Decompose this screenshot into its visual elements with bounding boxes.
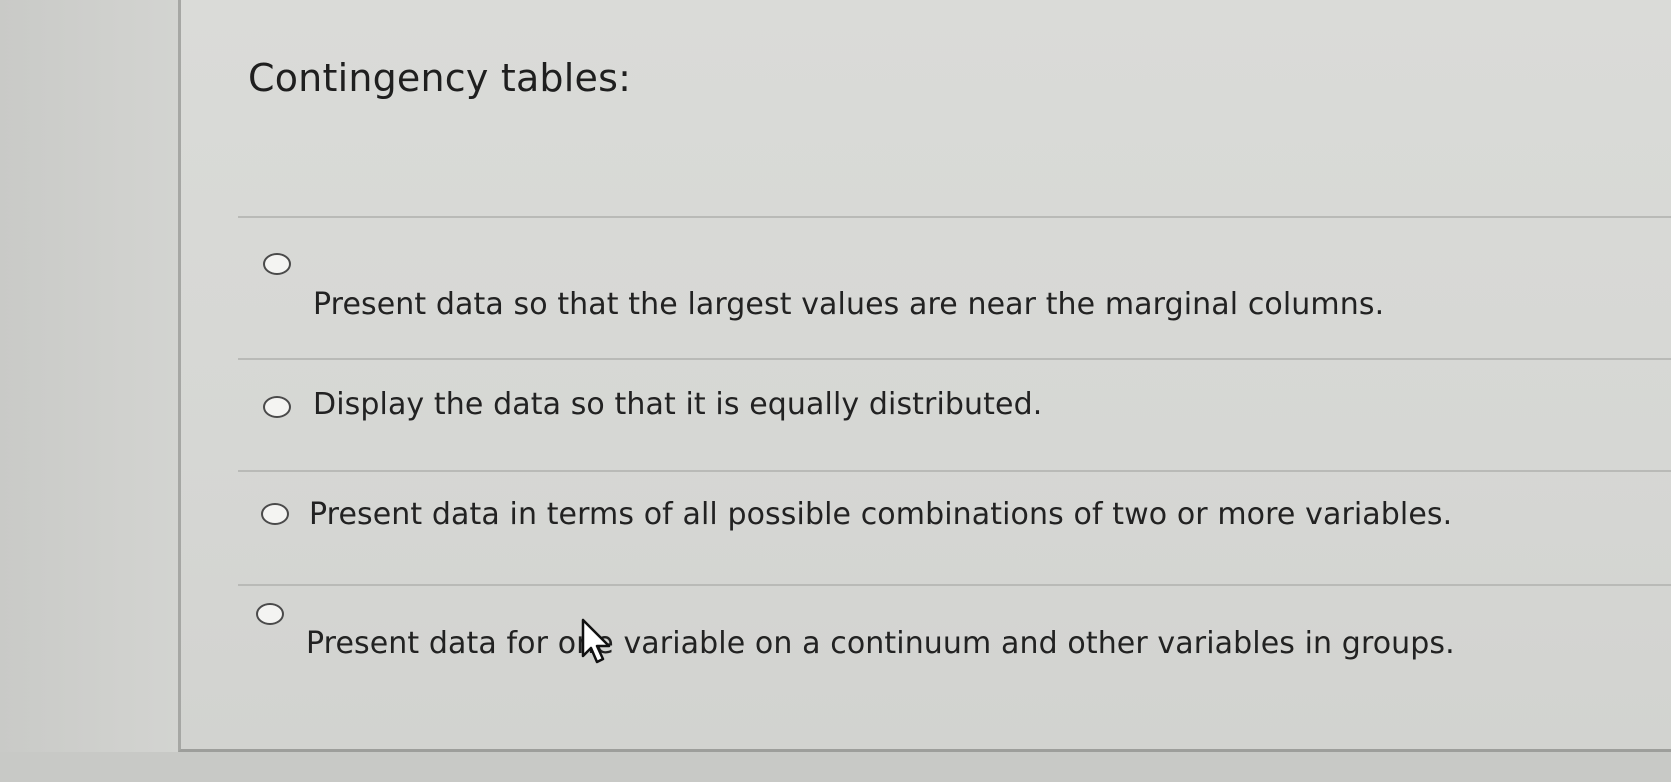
divider — [238, 584, 1671, 586]
choice-label: Display the data so that it is equally d… — [313, 387, 1043, 422]
divider — [238, 470, 1671, 472]
divider — [238, 216, 1671, 218]
question-prompt: Contingency tables: — [248, 56, 632, 100]
choice-label: Present data in terms of all possible co… — [309, 497, 1453, 532]
radio-button-choice-3[interactable] — [261, 503, 289, 525]
choice-label: Present data so that the largest values … — [313, 287, 1385, 322]
radio-button-choice-2[interactable] — [263, 396, 291, 418]
divider — [238, 358, 1671, 360]
page-margin — [0, 0, 178, 782]
choice-label: Present data for one variable on a conti… — [306, 626, 1455, 661]
page-background — [0, 752, 1671, 782]
radio-button-choice-4[interactable] — [256, 603, 284, 625]
radio-button-choice-1[interactable] — [263, 253, 291, 275]
